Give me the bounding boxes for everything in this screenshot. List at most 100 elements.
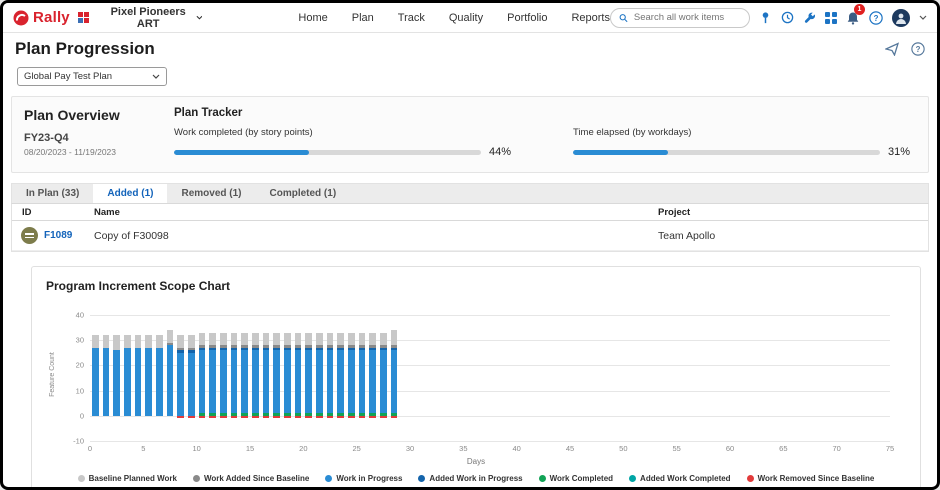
plan-items-tabs: In Plan (33) Added (1) Removed (1) Compl… — [11, 183, 929, 203]
rally-logo[interactable]: Rally — [13, 9, 70, 26]
share-icon[interactable] — [885, 42, 899, 56]
plan-tracker: Plan Tracker Work completed (by story po… — [174, 107, 916, 158]
x-axis-tick: 5 — [141, 444, 145, 453]
chevron-down-icon — [152, 74, 160, 79]
topbar-utilities: 1 ? — [610, 8, 927, 28]
legend-label: Work Completed — [550, 474, 613, 483]
chart-bar-segment — [316, 350, 322, 413]
progress-fill — [174, 150, 309, 155]
nav-plan[interactable]: Plan — [352, 12, 374, 24]
chart-bar-segment — [391, 330, 397, 345]
chart-bar-segment — [369, 345, 375, 348]
chart-gridline — [90, 441, 890, 442]
wrench-icon[interactable] — [803, 11, 816, 24]
chart-bar-segment — [156, 335, 162, 348]
nav-track[interactable]: Track — [398, 12, 425, 24]
column-header-name: Name — [84, 207, 648, 218]
chart-bar-segment — [231, 416, 237, 419]
chart-bar-segment — [295, 350, 301, 413]
legend-item[interactable]: Work Added Since Baseline — [193, 474, 309, 483]
help-icon[interactable]: ? — [869, 11, 883, 25]
legend-item[interactable]: Work in Progress — [325, 474, 402, 483]
chart-bar-segment — [348, 345, 354, 348]
chart-bar-segment — [113, 335, 119, 350]
chart-bar-segment — [369, 416, 375, 419]
chart-bar-segment — [113, 350, 119, 416]
app-switcher-icon[interactable] — [78, 12, 89, 23]
chart-bar-segment — [241, 345, 247, 348]
x-axis-tick: 55 — [672, 444, 680, 453]
y-axis-tick: 20 — [76, 361, 84, 370]
chart-bar-segment — [135, 335, 141, 348]
progress-track — [174, 150, 481, 155]
pin-icon[interactable] — [759, 11, 772, 24]
tab-in-plan[interactable]: In Plan (33) — [12, 184, 93, 203]
legend-dot-icon — [539, 475, 546, 482]
chart-bar-segment — [369, 333, 375, 346]
chart-bar-segment — [263, 333, 269, 346]
chart-bar-segment — [348, 333, 354, 346]
chart-bar-segment — [263, 348, 269, 351]
nav-home[interactable]: Home — [298, 12, 327, 24]
legend-item[interactable]: Baseline Planned Work — [78, 474, 177, 483]
progress-label: Work completed (by story points) — [174, 127, 517, 138]
tab-added[interactable]: Added (1) — [93, 184, 167, 203]
chart-bar-segment — [305, 345, 311, 348]
chart-bar-segment — [348, 350, 354, 413]
chart-bar-segment — [337, 350, 343, 413]
chart-bar-segment — [177, 350, 183, 353]
progress-percent: 31% — [888, 146, 916, 158]
tab-removed[interactable]: Removed (1) — [167, 184, 255, 203]
x-axis-tick: 50 — [619, 444, 627, 453]
nav-reports[interactable]: Reports — [571, 12, 610, 24]
plan-period: FY23-Q4 — [24, 132, 174, 144]
legend-label: Work in Progress — [336, 474, 402, 483]
workspace-name: Pixel Pioneers ART — [105, 6, 192, 30]
chart-bar-segment — [369, 348, 375, 351]
search-input[interactable] — [632, 11, 741, 24]
chart-bar-segment — [124, 348, 130, 416]
workspace-selector[interactable]: Pixel Pioneers ART — [99, 5, 209, 31]
legend-label: Baseline Planned Work — [89, 474, 177, 483]
chart-bar-segment — [380, 416, 386, 419]
nav-portfolio[interactable]: Portfolio — [507, 12, 547, 24]
legend-item[interactable]: Work Completed — [539, 474, 613, 483]
plan-select-value: Global Pay Test Plan — [24, 71, 112, 82]
legend-item[interactable]: Added Work in Progress — [418, 474, 522, 483]
user-avatar[interactable] — [892, 9, 910, 27]
chart-bar-segment — [316, 345, 322, 348]
page-help-icon[interactable]: ? — [911, 42, 925, 56]
feature-id-link[interactable]: F1089 — [44, 230, 72, 241]
chart-bar-segment — [156, 348, 162, 416]
y-axis-tick: 10 — [76, 386, 84, 395]
plan-select-dropdown[interactable]: Global Pay Test Plan — [17, 67, 167, 86]
tab-completed[interactable]: Completed (1) — [255, 184, 350, 203]
legend-item[interactable]: Added Work Completed — [629, 474, 731, 483]
chart-bar-segment — [252, 348, 258, 351]
chart-bar-segment — [359, 416, 365, 419]
avatar-chevron-down-icon[interactable] — [919, 15, 927, 20]
chart-bar-segment — [209, 350, 215, 413]
chart-bar-segment — [188, 335, 194, 348]
chart-bar-segment — [167, 330, 173, 343]
chart-bar-segment — [305, 350, 311, 413]
apps-grid-icon[interactable] — [825, 12, 837, 24]
chart-bar-segment — [305, 348, 311, 351]
history-clock-icon[interactable] — [781, 11, 794, 24]
y-axis-label: Feature Count — [49, 352, 56, 397]
chart-bar-segment — [273, 416, 279, 419]
search-box[interactable] — [610, 8, 750, 28]
y-axis-tick: 0 — [80, 411, 84, 420]
chart-bar-segment — [316, 333, 322, 346]
chart-bar-segment — [284, 416, 290, 419]
legend-item[interactable]: Work Removed Since Baseline — [747, 474, 875, 483]
rally-logo-icon — [13, 10, 29, 26]
x-axis-tick: 45 — [566, 444, 574, 453]
chart-gridline — [90, 315, 890, 316]
page-header: Plan Progression ? — [3, 33, 937, 63]
svg-text:?: ? — [874, 13, 879, 22]
nav-quality[interactable]: Quality — [449, 12, 483, 24]
table-row[interactable]: F1089 Copy of F30098 Team Apollo — [12, 221, 928, 251]
chart-bar-segment — [199, 416, 205, 419]
chart-bar-segment — [241, 416, 247, 419]
